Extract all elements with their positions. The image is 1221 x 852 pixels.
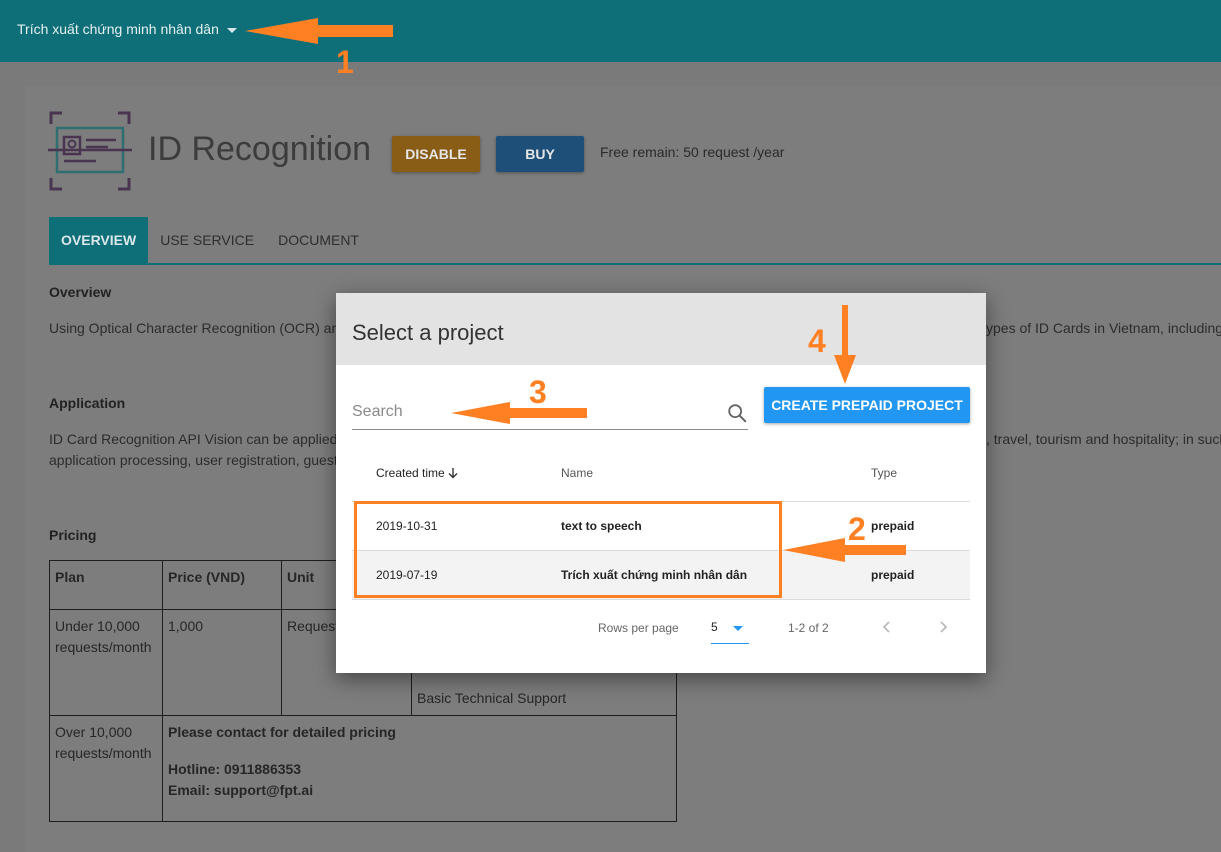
top-bar: Trích xuất chứng minh nhân dân: [0, 0, 1221, 62]
divider: [352, 599, 970, 600]
rows-per-page-value: 5: [711, 620, 718, 634]
chevron-left-icon[interactable]: [880, 619, 894, 635]
annotation-number-1: 1: [336, 44, 354, 80]
annotation-highlight-box: [354, 501, 782, 598]
table-cell-plan: Under 10,000 requests/month: [49, 609, 163, 716]
contact-text: Please contact for detailed pricing: [168, 724, 396, 740]
application-text-cont: , travel, tourism and hospitality; in su…: [986, 431, 1221, 447]
table-cell-price: 1,000: [162, 609, 282, 716]
annotation-number-4: 4: [808, 323, 826, 359]
overview-text: Using Optical Character Recognition (OCR…: [49, 320, 348, 336]
table-cell-contact: Please contact for detailed pricing Hotl…: [162, 715, 677, 822]
annotation-number-2: 2: [848, 511, 866, 547]
tab-bar: OVERVIEW USE SERVICE DOCUMENT: [49, 217, 371, 264]
row-type: prepaid: [871, 568, 915, 582]
email-text: Email: support@fpt.ai: [168, 782, 314, 798]
pricing-heading: Pricing: [49, 527, 97, 543]
column-created-label: Created time: [376, 466, 445, 480]
dialog-header: Select a project: [336, 293, 986, 365]
free-remain-text: Free remain: 50 request /year: [600, 144, 785, 160]
project-selector-label: Trích xuất chứng minh nhân dân: [17, 21, 219, 37]
tab-overview[interactable]: OVERVIEW: [49, 217, 149, 264]
table-header-price: Price (VND): [162, 560, 282, 610]
hotline-text: Hotline: 0911886353: [168, 761, 302, 777]
disable-button[interactable]: DISABLE: [392, 136, 480, 172]
row-type: prepaid: [871, 519, 915, 533]
table-cell-plan: Over 10,000 requests/month: [49, 715, 163, 822]
column-type: Type: [871, 466, 898, 480]
tab-use-service[interactable]: USE SERVICE: [148, 217, 266, 264]
chevron-right-icon[interactable]: [936, 619, 950, 635]
rows-per-page-select[interactable]: 5: [711, 613, 749, 644]
tab-document[interactable]: DOCUMENT: [266, 217, 371, 264]
application-text: ID Card Recognition API Vision can be ap…: [49, 431, 338, 447]
search-field: [352, 394, 748, 430]
tab-underline: [49, 263, 1221, 265]
create-prepaid-project-button[interactable]: CREATE PREPAID PROJECT: [764, 387, 970, 423]
overview-heading: Overview: [49, 284, 112, 300]
search-icon[interactable]: [726, 402, 748, 424]
buy-button[interactable]: BUY: [496, 136, 584, 172]
id-card-logo-icon: [48, 111, 132, 191]
column-created-time[interactable]: Created time: [376, 466, 459, 480]
dialog-title: Select a project: [352, 320, 504, 345]
application-heading: Application: [49, 395, 126, 411]
application-text-line2: application processing, user registratio…: [49, 452, 338, 468]
pagination-range: 1-2 of 2: [788, 621, 829, 635]
table-header-plan: Plan: [49, 560, 163, 610]
caret-down-icon: [226, 27, 237, 33]
project-selector[interactable]: Trích xuất chứng minh nhân dân: [17, 21, 237, 37]
annotation-number-3: 3: [529, 374, 547, 410]
select-project-dialog: Select a project CREATE PREPAID PROJECT …: [336, 293, 986, 673]
rows-per-page-label: Rows per page: [598, 621, 679, 635]
caret-down-icon: [733, 626, 743, 631]
column-name: Name: [561, 466, 594, 480]
service-title: ID Recognition: [148, 130, 372, 168]
overview-text-cont: ypes of ID Cards in Vietnam, including o: [986, 320, 1221, 336]
arrow-down-icon: [448, 468, 458, 479]
